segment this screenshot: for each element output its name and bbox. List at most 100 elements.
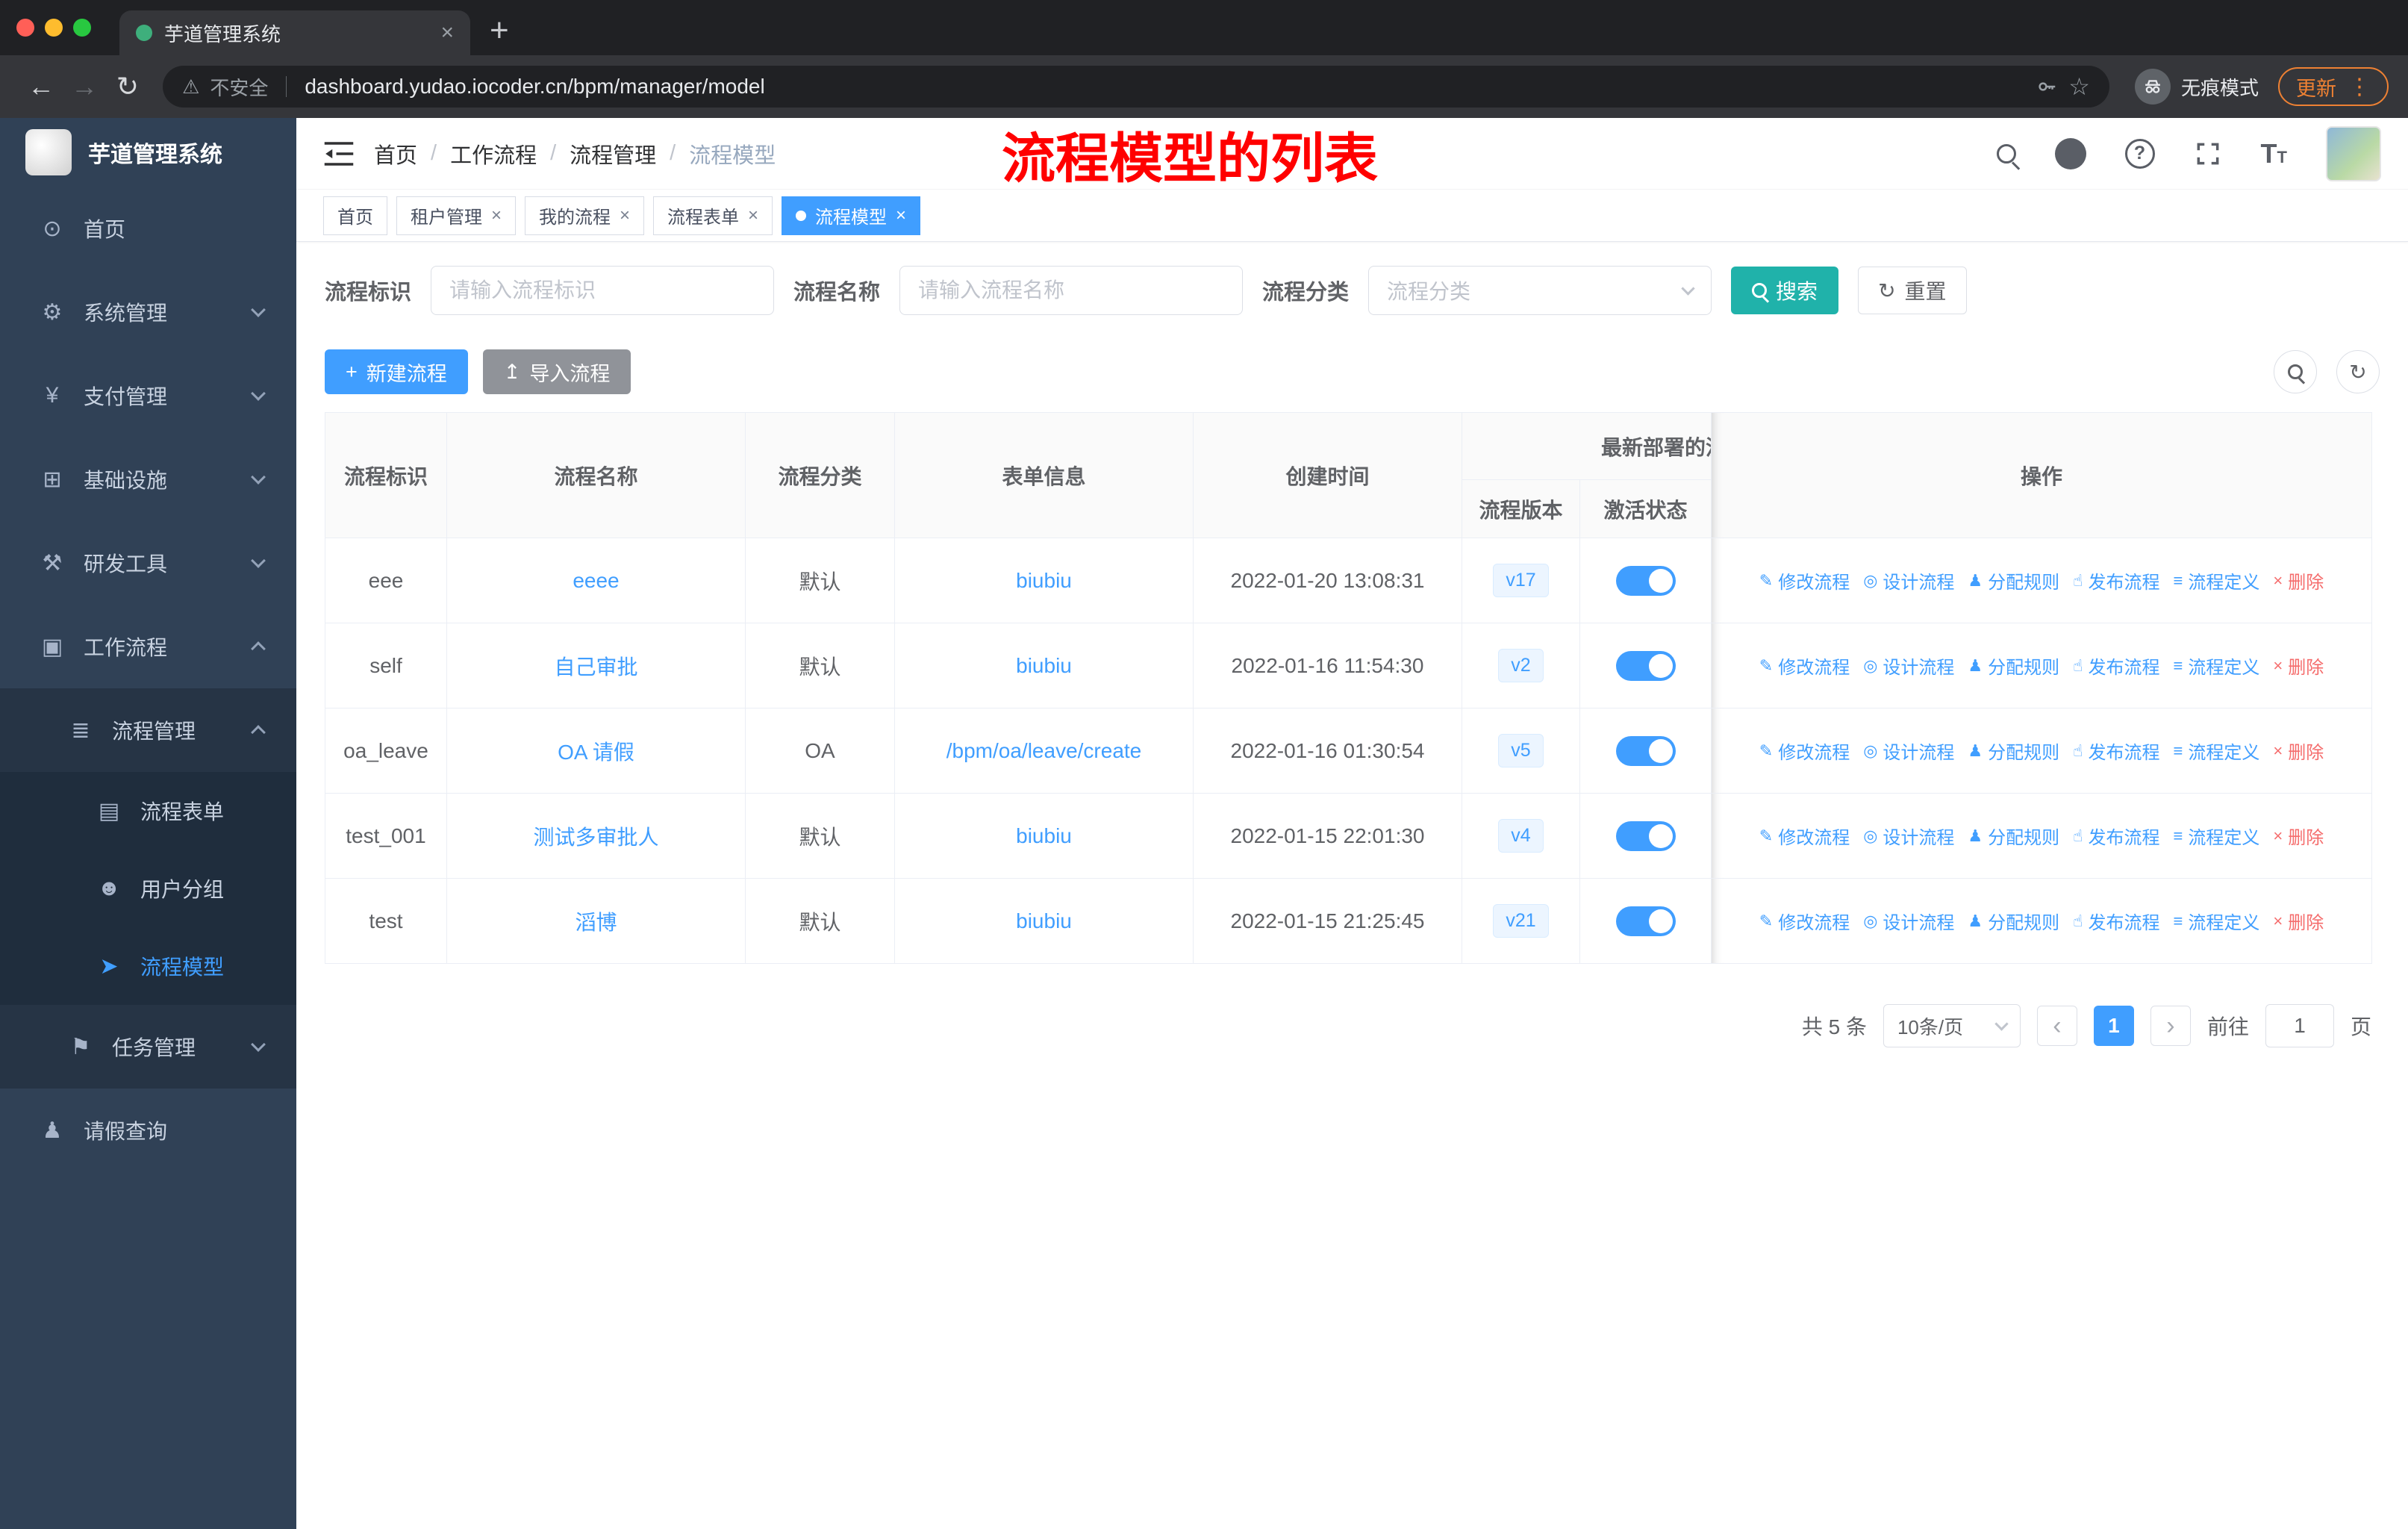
search-button[interactable]: 搜索 [1731,267,1839,314]
delete-link[interactable]: × 删除 [2273,738,2324,764]
form-info-link[interactable]: /bpm/oa/leave/create [946,739,1142,762]
process-category-select[interactable]: 流程分类 [1368,266,1712,315]
close-icon[interactable]: × [896,205,906,226]
active-toggle[interactable] [1615,906,1676,936]
minimize-window-button[interactable] [45,19,63,37]
key-icon[interactable] [2036,75,2058,98]
delete-link[interactable]: × 删除 [2273,567,2324,594]
modify-process-link[interactable]: ✎ 修改流程 [1759,567,1850,594]
sidebar-item-home[interactable]: ⊙ 首页 [0,187,296,270]
process-definition-link[interactable]: ≡ 流程定义 [2174,823,2260,849]
assign-rule-link[interactable]: ♟ 分配规则 [1968,738,2059,764]
process-name-link[interactable]: 自己审批 [554,655,637,679]
page-size-select[interactable]: 10条/页 [1883,1004,2021,1047]
close-window-button[interactable] [16,19,34,37]
reload-icon[interactable]: ↻ [106,71,149,102]
sidebar-item-workflow[interactable]: ▣ 工作流程 [0,605,296,688]
form-info-link[interactable]: biubiu [1016,654,1072,677]
close-icon[interactable]: × [491,205,502,226]
publish-process-link[interactable]: ☝ 发布流程 [2073,738,2159,764]
process-name-link[interactable]: 滔博 [575,911,617,934]
view-tab-process-model[interactable]: 流程模型 × [782,196,921,235]
sidebar-logo[interactable]: 芋道管理系统 [0,118,296,187]
publish-process-link[interactable]: ☝ 发布流程 [2073,653,2159,679]
process-name-link[interactable]: 测试多审批人 [533,826,658,849]
design-process-link[interactable]: ◎ 设计流程 [1863,653,1954,679]
breadcrumb-workflow[interactable]: 工作流程 [450,138,537,169]
view-tab-tenant-mgmt[interactable]: 租户管理 × [396,196,517,235]
toggle-search-button[interactable] [2274,350,2317,393]
reset-button[interactable]: ↻ 重置 [1858,267,1967,314]
process-name-link[interactable]: OA 请假 [558,741,634,764]
current-page-button[interactable]: 1 [2093,1006,2134,1046]
modify-process-link[interactable]: ✎ 修改流程 [1759,908,1850,934]
assign-rule-link[interactable]: ♟ 分配规则 [1968,567,2059,594]
sidebar-item-process-mgmt[interactable]: ≣ 流程管理 [0,688,296,772]
publish-process-link[interactable]: ☝ 发布流程 [2073,567,2159,594]
view-tab-my-process[interactable]: 我的流程 × [525,196,645,235]
form-info-link[interactable]: biubiu [1016,909,1072,932]
search-icon[interactable] [1996,143,2016,164]
delete-link[interactable]: × 删除 [2273,653,2324,679]
modify-process-link[interactable]: ✎ 修改流程 [1759,653,1850,679]
design-process-link[interactable]: ◎ 设计流程 [1863,567,1954,594]
fullscreen-icon[interactable] [2194,140,2222,168]
create-process-button[interactable]: + 新建流程 [325,349,468,394]
active-toggle[interactable] [1615,820,1676,851]
active-toggle[interactable] [1615,565,1676,596]
bookmark-star-icon[interactable]: ☆ [2068,72,2090,101]
process-definition-link[interactable]: ≡ 流程定义 [2174,908,2260,934]
form-info-link[interactable]: biubiu [1016,569,1072,592]
sidebar-item-leave-query[interactable]: ♟ 请假查询 [0,1089,296,1172]
hamburger-fold-icon[interactable] [323,140,355,167]
close-icon[interactable]: × [748,205,758,226]
import-process-button[interactable]: ↥ 导入流程 [482,349,631,394]
publish-process-link[interactable]: ☝ 发布流程 [2073,823,2159,849]
tab-close-icon[interactable]: × [440,20,454,46]
goto-page-input[interactable] [2265,1004,2334,1047]
design-process-link[interactable]: ◎ 设计流程 [1863,823,1954,849]
browser-tab[interactable]: 芋道管理系统 × [119,10,470,55]
prev-page-button[interactable]: ‹ [2036,1006,2077,1046]
new-tab-button[interactable]: + [490,12,509,49]
refresh-table-button[interactable]: ↻ [2336,350,2380,393]
process-definition-link[interactable]: ≡ 流程定义 [2174,567,2260,594]
help-icon[interactable]: ? [2124,138,2155,169]
sidebar-item-infrastructure[interactable]: ⊞ 基础设施 [0,437,296,521]
breadcrumb-home[interactable]: 首页 [374,138,417,169]
modify-process-link[interactable]: ✎ 修改流程 [1759,738,1850,764]
sidebar-item-system-mgmt[interactable]: ⚙ 系统管理 [0,270,296,354]
view-tab-process-form[interactable]: 流程表单 × [653,196,773,235]
sidebar-item-user-group[interactable]: ☻ 用户分组 [0,850,296,927]
address-bar[interactable]: ⚠ 不安全 dashboard.yudao.iocoder.cn/bpm/man… [163,66,2109,108]
security-warning-icon[interactable]: ⚠ [182,75,199,99]
sidebar-item-dev-tools[interactable]: ⚒ 研发工具 [0,521,296,605]
delete-link[interactable]: × 删除 [2273,908,2324,934]
sidebar-item-process-form[interactable]: ▤ 流程表单 [0,772,296,850]
publish-process-link[interactable]: ☝ 发布流程 [2073,908,2159,934]
forward-icon[interactable]: → [63,71,106,102]
view-tab-home[interactable]: 首页 [323,196,387,235]
process-id-input[interactable] [431,266,775,315]
sidebar-item-task-mgmt[interactable]: ⚑ 任务管理 [0,1005,296,1089]
user-avatar[interactable] [2326,125,2381,181]
process-definition-link[interactable]: ≡ 流程定义 [2174,653,2260,679]
zoom-window-button[interactable] [73,19,91,37]
github-icon[interactable] [2054,137,2086,169]
modify-process-link[interactable]: ✎ 修改流程 [1759,823,1850,849]
assign-rule-link[interactable]: ♟ 分配规则 [1968,653,2059,679]
design-process-link[interactable]: ◎ 设计流程 [1863,908,1954,934]
update-button[interactable]: 更新 ⋮ [2278,67,2389,106]
next-page-button[interactable]: › [2150,1006,2191,1046]
font-size-icon[interactable]: TT [2261,140,2287,167]
delete-link[interactable]: × 删除 [2273,823,2324,849]
active-toggle[interactable] [1615,735,1676,766]
menu-kebab-icon[interactable]: ⋮ [2348,74,2371,100]
sidebar-item-payment-mgmt[interactable]: ¥ 支付管理 [0,354,296,437]
process-name-input[interactable] [899,266,1244,315]
breadcrumb-process-mgmt[interactable]: 流程管理 [570,138,656,169]
form-info-link[interactable]: biubiu [1016,824,1072,847]
back-icon[interactable]: ← [19,71,63,102]
assign-rule-link[interactable]: ♟ 分配规则 [1968,908,2059,934]
design-process-link[interactable]: ◎ 设计流程 [1863,738,1954,764]
